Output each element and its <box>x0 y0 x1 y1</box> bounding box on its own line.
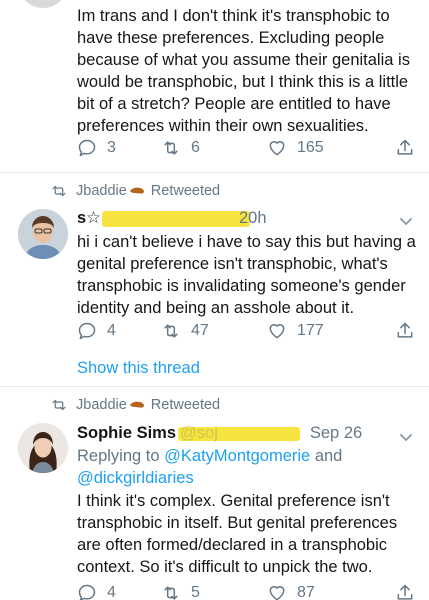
share-button[interactable] <box>395 138 415 158</box>
heart-icon <box>269 141 285 156</box>
reply-count: 4 <box>107 322 116 339</box>
show-thread-link[interactable]: Show this thread <box>77 359 200 378</box>
tweet-menu-button[interactable] <box>399 430 413 441</box>
like-button[interactable]: 87 <box>267 583 315 600</box>
reply-button[interactable]: 3 <box>77 138 116 158</box>
chevron-down-icon <box>400 434 412 441</box>
retweeted-label: Retweeted <box>150 183 221 199</box>
avatar[interactable] <box>18 423 68 473</box>
retweeted-label: Retweeted <box>150 397 221 413</box>
retweeter-name[interactable]: Jbaddie <box>76 397 127 413</box>
tweet-text: I think it's complex. Genital preference… <box>77 492 398 576</box>
retweet-button[interactable]: 5 <box>161 583 200 600</box>
retweet-icon <box>164 141 178 155</box>
replying-prefix: Replying to <box>77 447 160 465</box>
like-count: 177 <box>297 322 324 339</box>
retweet-count: 6 <box>191 139 200 156</box>
tweet-text: Im trans and I don't think it's transpho… <box>77 7 410 135</box>
display-name[interactable]: Sophie Sims <box>77 424 176 443</box>
like-count: 165 <box>297 139 324 156</box>
profile-photo <box>18 209 68 259</box>
retweet-button[interactable]: 6 <box>161 138 200 158</box>
reply-icon <box>78 139 96 157</box>
timestamp[interactable]: 20h <box>239 209 267 228</box>
replying-and: and <box>314 447 343 465</box>
reply-count: 4 <box>107 584 116 600</box>
user-handle[interactable]: @soj <box>180 424 218 443</box>
share-icon <box>397 322 413 338</box>
tweet-1[interactable]: Im trans and I don't think it's transpho… <box>0 0 429 170</box>
tweet-header: Sophie Sims @soj Sep 26 <box>77 422 362 444</box>
reply-count: 3 <box>107 139 116 156</box>
tweet-3[interactable]: Jbaddie Retweeted Sophie Sims @soj Sep 2… <box>0 387 429 600</box>
retweet-icon <box>52 185 66 197</box>
retweet-count: 5 <box>191 584 200 600</box>
hand-emoji-icon <box>129 401 144 408</box>
heart-icon <box>269 324 285 339</box>
tweet-actions: 3 6 165 <box>77 138 417 162</box>
retweet-context: Jbaddie Retweeted <box>50 181 220 201</box>
tweet-text: hi i can't believe i have to say this bu… <box>77 233 416 317</box>
like-button[interactable]: 165 <box>267 138 324 158</box>
tweet-menu-button[interactable] <box>399 214 413 225</box>
share-icon <box>397 584 413 600</box>
like-button[interactable]: 177 <box>267 321 324 341</box>
mention-link[interactable]: @dickgirldiaries <box>77 469 194 487</box>
retweet-icon <box>164 324 178 338</box>
retweet-icon <box>52 399 66 411</box>
mention-link[interactable]: @KatyMontgomerie <box>164 447 310 465</box>
replying-to: Replying to @KatyMontgomerie and @dickgi… <box>77 445 417 489</box>
chevron-down-icon <box>400 218 412 225</box>
retweet-context: Jbaddie Retweeted <box>50 395 220 415</box>
reply-button[interactable]: 4 <box>77 321 116 341</box>
tweet-actions: 4 5 87 <box>77 583 417 600</box>
reply-button[interactable]: 4 <box>77 583 116 600</box>
heart-icon <box>269 586 285 600</box>
retweeter-name[interactable]: Jbaddie <box>76 183 127 199</box>
retweet-icon <box>164 586 178 600</box>
tweet-actions: 4 47 177 <box>77 321 417 345</box>
share-icon <box>397 139 413 155</box>
share-button[interactable] <box>395 321 415 341</box>
profile-photo <box>18 423 68 473</box>
share-button[interactable] <box>395 583 415 600</box>
reply-icon <box>78 584 96 600</box>
retweet-count: 47 <box>191 322 209 339</box>
tweet-2[interactable]: Jbaddie Retweeted s☆ 20h hi i can't beli… <box>0 173 429 385</box>
like-count: 87 <box>297 584 315 600</box>
reply-icon <box>78 322 96 340</box>
timestamp[interactable]: Sep 26 <box>310 424 362 443</box>
avatar[interactable] <box>18 209 68 259</box>
avatar[interactable] <box>18 0 68 8</box>
retweet-button[interactable]: 47 <box>161 321 209 341</box>
display-name[interactable]: s☆ <box>77 208 101 228</box>
hand-emoji-icon <box>129 187 144 194</box>
tweet-header: s☆ 20h <box>77 207 267 229</box>
